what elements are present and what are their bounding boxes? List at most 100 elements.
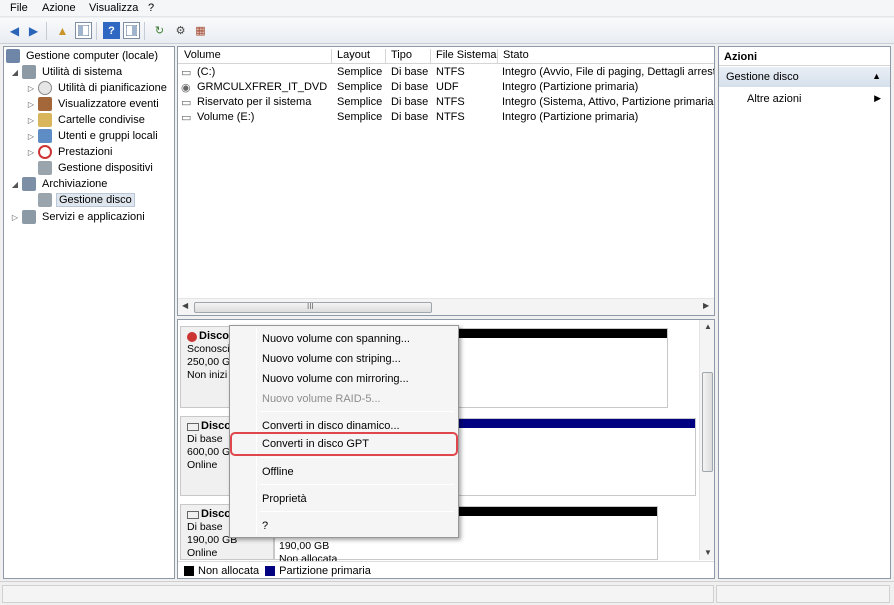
- column-header-layout[interactable]: Layout: [333, 49, 386, 63]
- show-hide-action-pane-icon[interactable]: [123, 22, 140, 39]
- menu-separator: [260, 457, 454, 458]
- collapse-arrow-icon[interactable]: ◢: [10, 68, 20, 77]
- scroll-thumb[interactable]: [702, 372, 713, 472]
- event-viewer-icon: [38, 97, 52, 111]
- navigation-tree: Gestione computer (locale) ◢ Utilità di …: [3, 46, 175, 579]
- table-row[interactable]: ▭ (C:) Semplice Di base NTFS Integro (Av…: [178, 66, 714, 81]
- actions-section-gestione-disco[interactable]: Gestione disco ▲: [719, 67, 890, 87]
- toolbar: ◀ ▶ ▲ ? ↻ ⚙ ▦: [0, 18, 894, 44]
- status-bar: [0, 581, 894, 605]
- volume-drive-icon: ▭: [181, 67, 192, 79]
- column-header-file-sistema[interactable]: File Sistema: [432, 49, 498, 63]
- show-hide-tree-icon[interactable]: [75, 22, 92, 39]
- column-header-tipo[interactable]: Tipo: [387, 49, 431, 63]
- column-header-volume[interactable]: Volume: [180, 49, 332, 63]
- collapse-up-icon[interactable]: ▲: [872, 71, 881, 81]
- tools-icon: [22, 65, 36, 79]
- storage-icon: [22, 177, 36, 191]
- forward-arrow-icon[interactable]: ▶: [25, 22, 42, 39]
- dvd-drive-icon: ◉: [181, 82, 191, 94]
- tree-item-pianificazione[interactable]: ▷ Utilità di pianificazione: [26, 80, 169, 96]
- status-segment: [716, 585, 890, 603]
- tree-item-gestione-disco[interactable]: Gestione disco: [38, 192, 135, 208]
- scroll-grip: III: [307, 302, 314, 311]
- up-folder-icon[interactable]: ▲: [54, 22, 71, 39]
- disk-icon: [187, 510, 199, 519]
- action-altre-azioni[interactable]: Altre azioni ▶: [719, 91, 890, 107]
- legend-swatch-primary: [265, 565, 276, 576]
- expand-arrow-icon[interactable]: ▷: [26, 84, 36, 93]
- shared-folder-icon: [38, 113, 52, 127]
- toolbar-separator: [144, 22, 145, 40]
- users-icon: [38, 129, 52, 143]
- expand-arrow-icon[interactable]: ▷: [26, 116, 36, 125]
- volume-list-header: Volume Layout Tipo File Sistema Stato: [178, 47, 714, 64]
- menu-azione[interactable]: Azione: [42, 2, 76, 14]
- scroll-down-arrow-icon[interactable]: ▼: [704, 548, 712, 557]
- expand-arrow-icon[interactable]: ▷: [26, 148, 36, 157]
- menu-item-converti-dinamico[interactable]: Converti in disco dinamico...: [232, 416, 456, 436]
- horizontal-scrollbar[interactable]: ◀ III ▶: [178, 298, 714, 315]
- scroll-right-arrow-icon[interactable]: ▶: [703, 301, 709, 310]
- vertical-scrollbar[interactable]: ▲ ▼: [699, 320, 714, 560]
- tree-root[interactable]: Gestione computer (locale): [6, 48, 160, 64]
- disk-error-icon: [187, 331, 197, 342]
- tree-item-cartelle-condivise[interactable]: ▷ Cartelle condivise: [26, 112, 147, 128]
- menu-help[interactable]: ?: [148, 2, 154, 14]
- disk-legend: Non allocata Partizione primaria: [178, 561, 714, 578]
- column-header-stato[interactable]: Stato: [499, 49, 714, 63]
- table-row[interactable]: ◉ GRMCULXFRER_IT_DVD (D:) Semplice Di ba…: [178, 81, 714, 96]
- tree-item-dispositivi[interactable]: Gestione dispositivi: [38, 160, 155, 176]
- menu-separator: [260, 484, 454, 485]
- tree-item-eventi[interactable]: ▷ Visualizzatore eventi: [26, 96, 161, 112]
- actions-title: Azioni: [719, 47, 890, 66]
- scroll-up-arrow-icon[interactable]: ▲: [704, 322, 712, 331]
- collapse-arrow-icon[interactable]: ◢: [10, 180, 20, 189]
- tree-item-utenti-gruppi[interactable]: ▷ Utenti e gruppi locali: [26, 128, 160, 144]
- volume-drive-icon: ▭: [181, 112, 192, 124]
- menu-item-offline[interactable]: Offline: [232, 462, 456, 482]
- menu-item-nuovo-striping[interactable]: Nuovo volume con striping...: [232, 349, 456, 369]
- context-menu: Nuovo volume con spanning... Nuovo volum…: [229, 325, 459, 538]
- disk-icon: [187, 422, 199, 431]
- menu-item-help[interactable]: ?: [232, 516, 456, 536]
- actions-pane: Azioni Gestione disco ▲ Altre azioni ▶: [718, 46, 891, 579]
- tree-item-utilita-sistema[interactable]: ◢ Utilità di sistema: [10, 64, 124, 80]
- computer-management-icon: [6, 49, 20, 63]
- menu-bar: File Azione Visualizza ?: [0, 0, 894, 17]
- menu-separator: [260, 411, 454, 412]
- menu-item-converti-gpt[interactable]: Converti in disco GPT: [230, 432, 458, 456]
- toolbar-separator: [46, 22, 47, 40]
- menu-file[interactable]: File: [10, 2, 28, 14]
- scroll-left-arrow-icon[interactable]: ◀: [182, 301, 188, 310]
- menu-item-nuovo-mirroring[interactable]: Nuovo volume con mirroring...: [232, 369, 456, 389]
- clock-icon: [38, 81, 52, 95]
- menu-item-nuovo-raid5: Nuovo volume RAID-5...: [262, 393, 381, 405]
- tree-item-servizi[interactable]: ▷ Servizi e applicazioni: [10, 209, 147, 225]
- disk-management-icon: [38, 193, 52, 207]
- table-row[interactable]: ▭ Volume (E:) Semplice Di base NTFS Inte…: [178, 111, 714, 126]
- back-arrow-icon[interactable]: ◀: [6, 22, 23, 39]
- services-icon: [22, 210, 36, 224]
- menu-item-proprieta[interactable]: Proprietà: [232, 489, 456, 509]
- properties-icon[interactable]: ⚙: [172, 22, 189, 39]
- performance-icon: [38, 145, 52, 159]
- volume-drive-icon: ▭: [181, 97, 192, 109]
- table-row[interactable]: ▭ Riservato per il sistema Semplice Di b…: [178, 96, 714, 111]
- tree-item-archiviazione[interactable]: ◢ Archiviazione: [10, 176, 109, 192]
- menu-visualizza[interactable]: Visualizza: [89, 2, 138, 14]
- menu-separator: [260, 511, 454, 512]
- expand-arrow-icon[interactable]: ▷: [26, 100, 36, 109]
- help-icon[interactable]: ?: [103, 22, 120, 39]
- tree-item-prestazioni[interactable]: ▷ Prestazioni: [26, 144, 114, 160]
- expand-arrow-icon[interactable]: ▷: [26, 132, 36, 141]
- expand-arrow-icon[interactable]: ▷: [10, 213, 20, 222]
- refresh-icon[interactable]: ↻: [151, 22, 168, 39]
- volume-list: Volume Layout Tipo File Sistema Stato ▭ …: [177, 46, 715, 316]
- legend-swatch-unallocated: [184, 565, 194, 576]
- menu-item-nuovo-spanning[interactable]: Nuovo volume con spanning...: [232, 329, 456, 349]
- disk-settings-icon[interactable]: ▦: [192, 22, 209, 39]
- device-manager-icon: [38, 161, 52, 175]
- scroll-thumb[interactable]: III: [194, 302, 432, 313]
- status-segment: [2, 585, 714, 603]
